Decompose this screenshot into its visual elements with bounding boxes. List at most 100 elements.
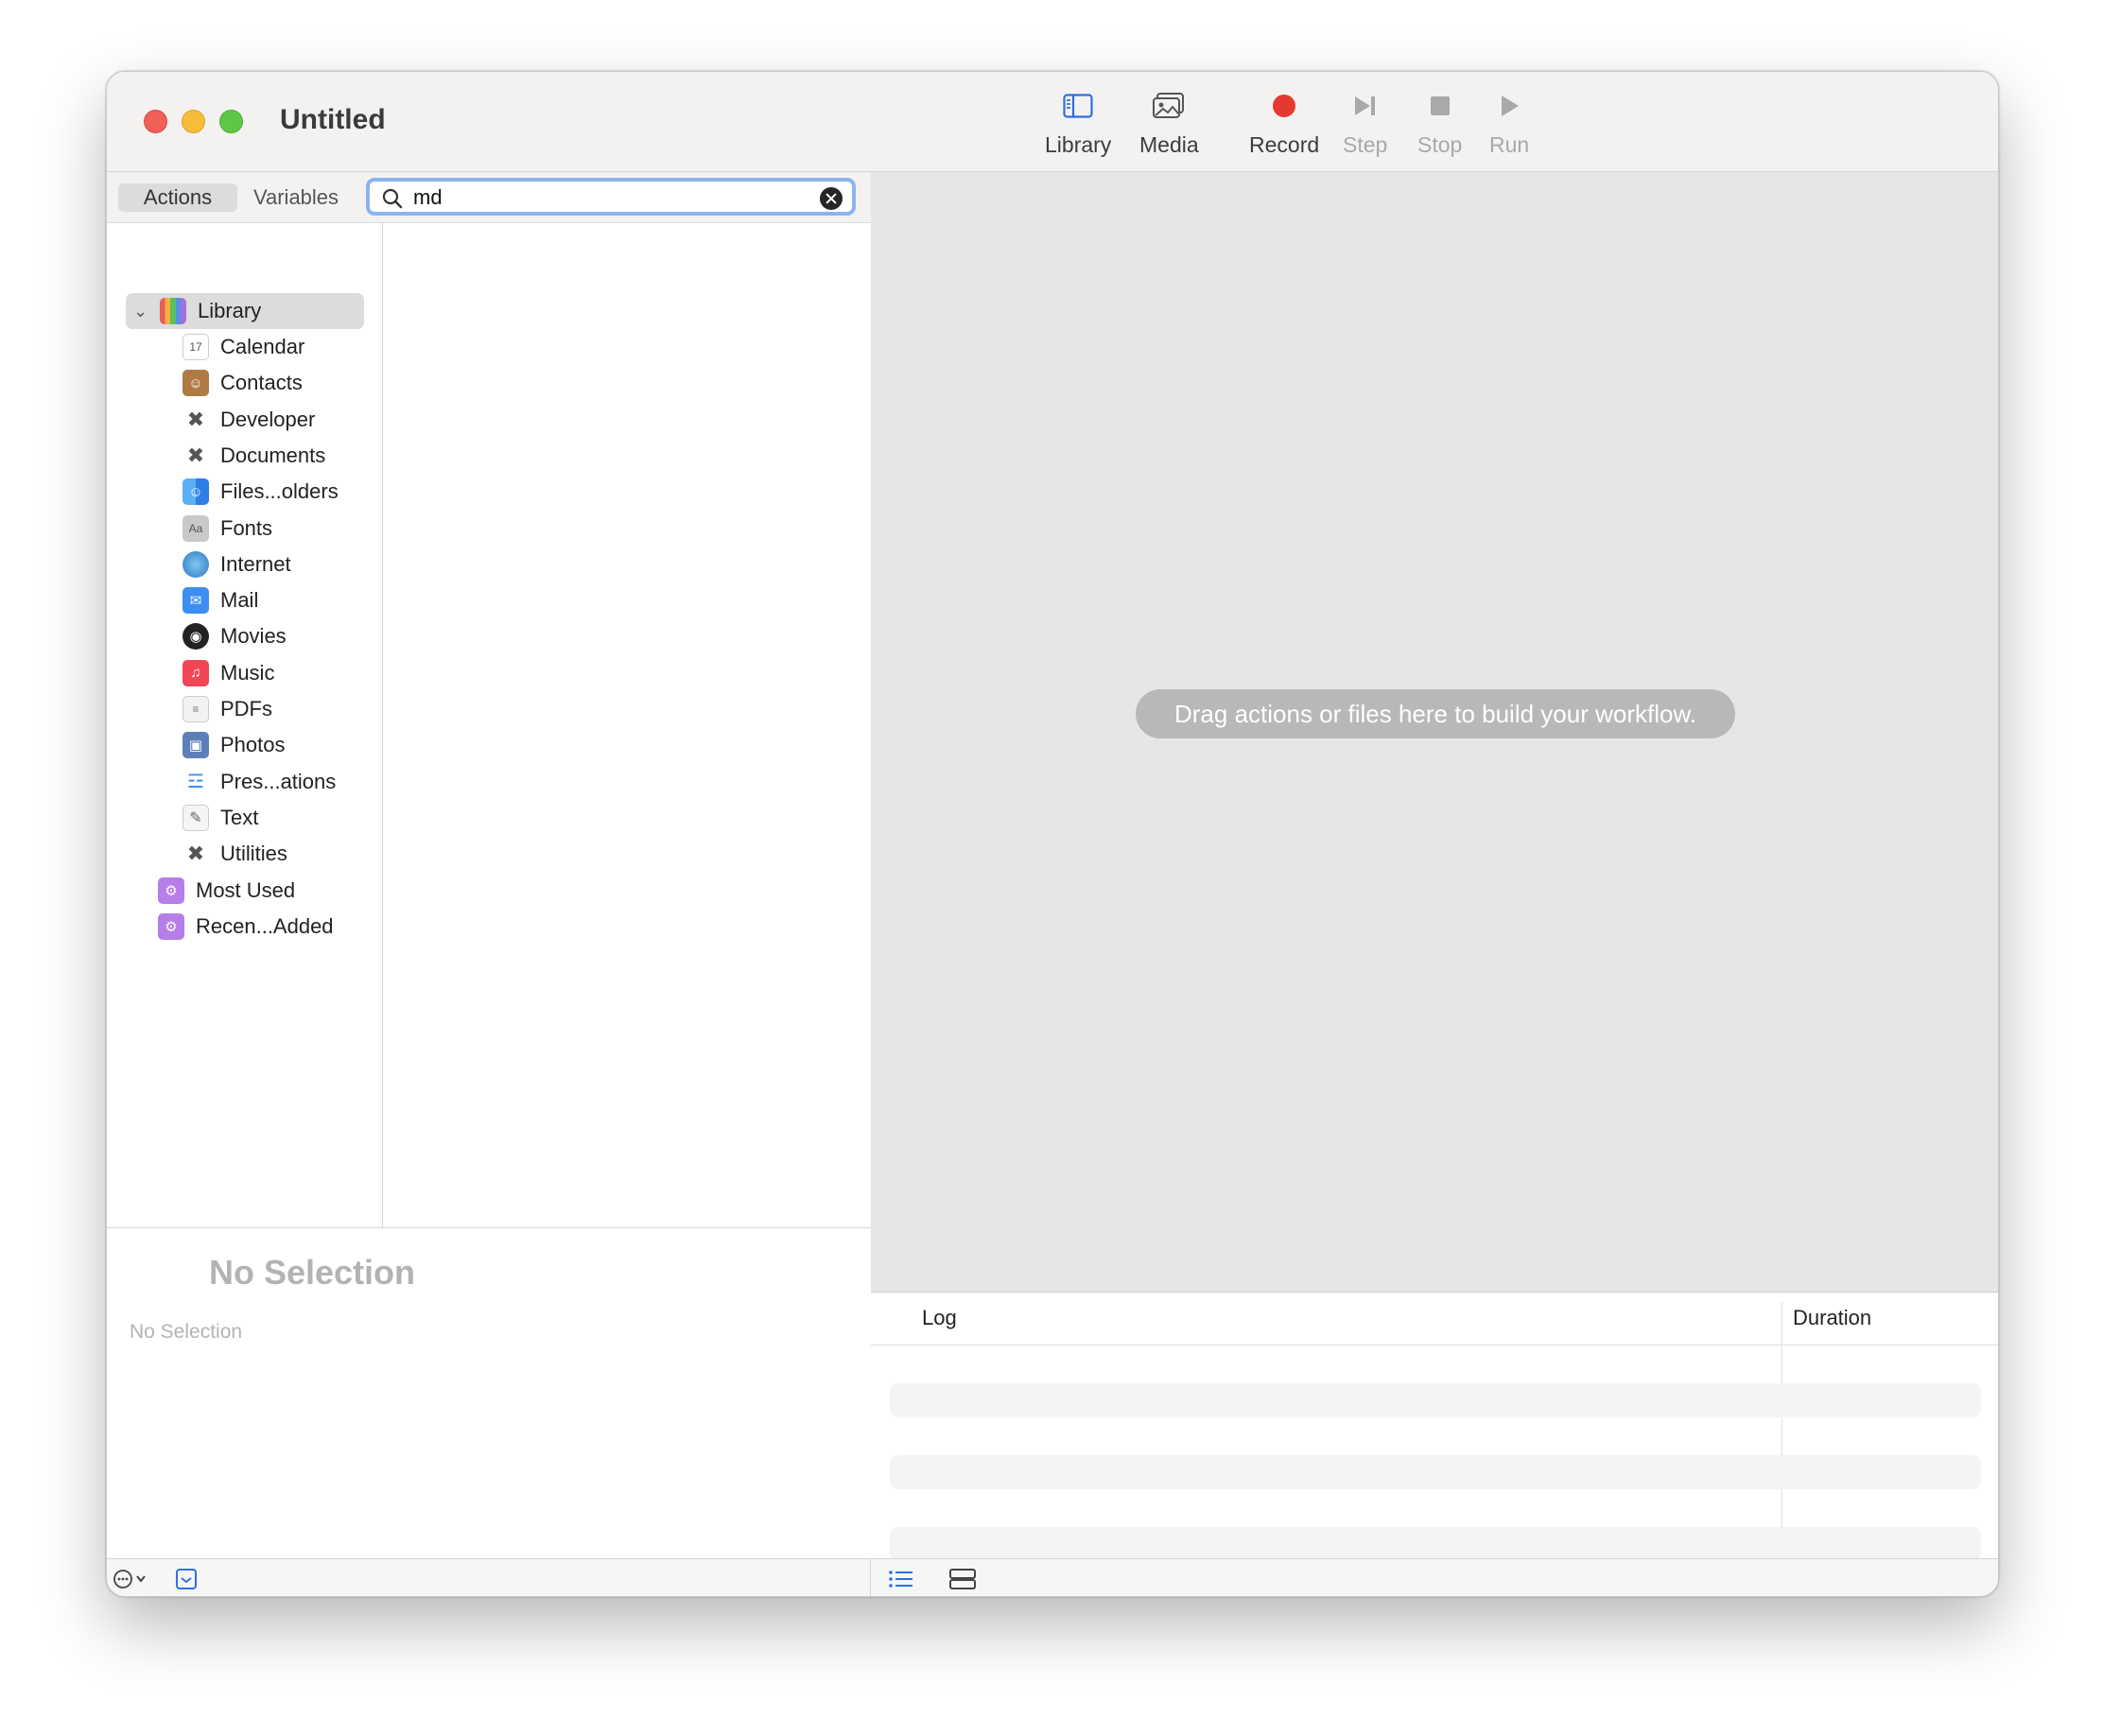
library-item-files-olders[interactable]: ☺ Files...olders xyxy=(182,474,339,510)
library-item-label: Mail xyxy=(220,588,259,613)
library-item-calendar[interactable]: 17 Calendar xyxy=(182,329,304,365)
log-panel: Log Duration xyxy=(871,1292,1998,1561)
library-root-item[interactable]: ⌄ Library xyxy=(126,293,364,329)
library-item-contacts[interactable]: ☺ Contacts xyxy=(182,365,303,401)
library-item-fonts[interactable]: Aa Fonts xyxy=(182,511,272,547)
workflow-hint: Drag actions or files here to build your… xyxy=(1136,689,1735,738)
actions-tab[interactable]: Actions xyxy=(118,183,237,212)
library-books-icon xyxy=(160,298,186,324)
description-pane: No Selection No Selection xyxy=(107,1227,871,1558)
media-toolbar-button[interactable]: Media xyxy=(1139,87,1199,158)
step-icon xyxy=(1347,87,1384,125)
fonts-icon: Aa xyxy=(182,514,209,542)
library-header-bar: Actions Variables xyxy=(107,172,871,223)
library-item-label: Internet xyxy=(220,551,291,576)
library-item-label: Photos xyxy=(220,733,286,757)
step-toolbar-button[interactable]: Step xyxy=(1343,87,1387,158)
clear-search-icon[interactable] xyxy=(820,187,843,210)
search-input[interactable] xyxy=(413,184,801,211)
text-icon: ✎ xyxy=(182,804,209,831)
run-toolbar-button[interactable]: Run xyxy=(1489,87,1529,158)
actions-list xyxy=(383,223,871,1227)
search-icon xyxy=(382,188,403,209)
record-icon xyxy=(1265,87,1303,125)
movies-icon: ◉ xyxy=(182,623,209,651)
smart-folder-recen-added[interactable]: ⚙ Recen...Added xyxy=(158,909,334,945)
workflow-area[interactable]: Drag actions or files here to build your… xyxy=(871,172,1998,1292)
library-item-text[interactable]: ✎ Text xyxy=(182,800,258,836)
log-header: Log Duration xyxy=(871,1293,1998,1345)
smart-folder-label: Most Used xyxy=(196,877,296,902)
library-item-pdfs[interactable]: ≡ PDFs xyxy=(182,691,272,727)
utilities-icon: ✖ xyxy=(186,842,205,866)
sidebar-icon xyxy=(1059,87,1097,125)
library-toolbar-button[interactable]: Library xyxy=(1045,87,1111,158)
play-icon xyxy=(1490,87,1528,125)
smart-folder-icon: ⚙ xyxy=(158,912,184,940)
library-item-internet[interactable]: Internet xyxy=(182,547,291,582)
library-item-label: Files...olders xyxy=(220,479,339,504)
title-bar: Untitled Library Media Record Step Stop … xyxy=(107,72,1998,172)
pdf-icon: ≡ xyxy=(182,696,209,722)
library-item-label: Utilities xyxy=(220,842,287,866)
contacts-icon: ☺ xyxy=(182,370,209,397)
log-row xyxy=(890,1527,1981,1561)
log-row xyxy=(890,1455,1981,1489)
library-item-label: Text xyxy=(220,805,259,829)
zoom-window-button[interactable] xyxy=(219,110,243,133)
photos-icon: ▣ xyxy=(182,732,209,759)
finder-icon: ☺ xyxy=(182,478,209,506)
globe-icon xyxy=(182,550,209,578)
mail-icon: ✉ xyxy=(182,587,209,615)
library-item-pres-ations[interactable]: ☲ Pres...ations xyxy=(182,764,336,800)
run-toolbar-label: Run xyxy=(1489,132,1530,157)
calendar-icon: 17 xyxy=(182,334,209,360)
library-item-movies[interactable]: ◉ Movies xyxy=(182,618,287,654)
record-toolbar-label: Record xyxy=(1249,132,1320,157)
stop-icon xyxy=(1421,87,1459,125)
library-item-label: Documents xyxy=(220,443,326,467)
library-item-label: Movies xyxy=(220,624,287,649)
library-item-label: Contacts xyxy=(220,371,303,395)
log-column-divider xyxy=(1781,1302,1782,1559)
library-footer xyxy=(107,1558,871,1596)
library-root-label: Library xyxy=(198,299,262,322)
library-item-developer[interactable]: ✖ Developer xyxy=(182,402,316,438)
library-item-utilities[interactable]: ✖ Utilities xyxy=(182,836,287,872)
developer-icon: ✖ xyxy=(186,407,205,431)
log-column-header[interactable]: Log xyxy=(922,1306,957,1330)
stop-toolbar-label: Stop xyxy=(1417,132,1463,157)
stop-toolbar-button[interactable]: Stop xyxy=(1417,87,1462,158)
description-toggle-icon[interactable] xyxy=(175,1568,198,1590)
minimize-window-button[interactable] xyxy=(182,110,205,133)
chevron-down-icon[interactable]: ⌄ xyxy=(133,302,154,321)
record-toolbar-button[interactable]: Record xyxy=(1249,87,1319,158)
action-menu-icon[interactable] xyxy=(113,1567,150,1591)
library-item-label: Calendar xyxy=(220,335,305,358)
smart-folder-label: Recen...Added xyxy=(196,913,334,938)
variables-tab[interactable]: Variables xyxy=(243,183,349,212)
list-view-icon[interactable] xyxy=(888,1569,914,1589)
log-footer xyxy=(871,1558,1998,1596)
log-row xyxy=(890,1383,1981,1417)
library-tree: ⌄ Library 17 Calendar ☺ Contacts ✖ Developer ✖… xyxy=(107,223,383,1227)
library-item-photos[interactable]: ▣ Photos xyxy=(182,727,286,763)
media-icon xyxy=(1150,87,1188,125)
library-item-mail[interactable]: ✉ Mail xyxy=(182,582,258,618)
library-item-label: PDFs xyxy=(220,697,272,720)
automator-window: Untitled Library Media Record Step Stop … xyxy=(106,71,1999,1597)
library-item-label: Pres...ations xyxy=(220,769,337,793)
smart-folder-most-used[interactable]: ⚙ Most Used xyxy=(158,873,295,909)
library-toolbar-label: Library xyxy=(1045,132,1112,157)
close-window-button[interactable] xyxy=(144,110,167,133)
media-toolbar-label: Media xyxy=(1139,132,1199,157)
library-item-music[interactable]: ♫ Music xyxy=(182,655,274,691)
duration-column-header[interactable]: Duration xyxy=(1793,1306,1871,1330)
search-field[interactable] xyxy=(366,178,856,216)
library-item-documents[interactable]: ✖ Documents xyxy=(182,438,326,474)
split-view-icon[interactable] xyxy=(948,1568,977,1590)
documents-icon: ✖ xyxy=(186,443,205,467)
library-pane: Actions Variables ⌄ Library 17 Calendar ☺ C… xyxy=(107,172,871,1558)
library-item-label: Music xyxy=(220,660,275,685)
library-item-label: Developer xyxy=(220,407,316,431)
